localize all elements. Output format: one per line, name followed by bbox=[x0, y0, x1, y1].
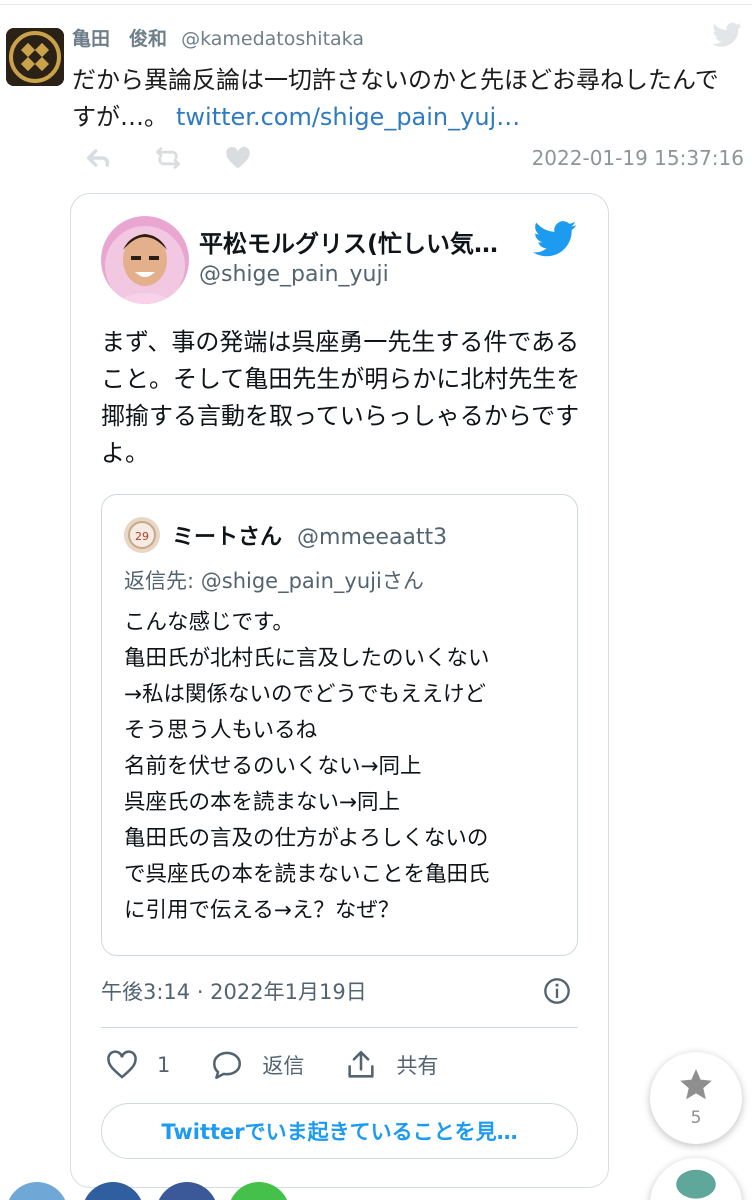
embedded-author-handle[interactable]: @shige_pain_yuji bbox=[199, 262, 389, 287]
quoted-author-handle[interactable]: @mmeeaatt3 bbox=[297, 525, 447, 550]
quoted-line: で呉座氏の本を読まないことを亀田氏 bbox=[124, 862, 490, 887]
star-icon bbox=[680, 1069, 712, 1100]
author-header: 亀田 俊和 @kamedatoshitaka bbox=[72, 24, 364, 51]
tweet-timestamp[interactable]: 2022-01-19 15:37:16 bbox=[532, 146, 744, 170]
comment-icon bbox=[676, 1169, 716, 1199]
tweet-actions bbox=[82, 142, 254, 174]
quoted-reply-to: 返信先: @shige_pain_yujiさん bbox=[124, 569, 424, 593]
retweet-button[interactable] bbox=[152, 142, 184, 174]
card-divider bbox=[101, 1027, 578, 1028]
quoted-line: こんな感じです。 bbox=[124, 610, 294, 635]
svg-text:29: 29 bbox=[135, 530, 149, 543]
tweet-text: だから異論反論は一切許さないのかと先ほどお尋ねしたんですが…。 twitter.c… bbox=[72, 62, 742, 136]
star-button[interactable]: 5 bbox=[650, 1052, 742, 1144]
twitter-bird-icon[interactable] bbox=[533, 220, 577, 258]
embedded-tweet-text: まず、事の発端は呉座勇一先生する件であること。そして亀田先生が明らかに北村先生を… bbox=[101, 328, 581, 467]
quoted-line: →私は関係ないのでどうでもええけど bbox=[124, 682, 487, 707]
embedded-tweet-card[interactable]: 平松モルグリス(忙しい気… @shige_pain_yuji まず、事の発端は呉… bbox=[70, 193, 609, 1188]
quoted-author-name[interactable]: ミートさん bbox=[172, 525, 282, 550]
like-button[interactable] bbox=[222, 142, 254, 174]
quoted-line: 名前を伏せるのいくない→同上 bbox=[124, 754, 422, 779]
reply-icon bbox=[86, 149, 110, 167]
author-name[interactable]: 亀田 俊和 bbox=[72, 28, 167, 50]
top-divider bbox=[0, 4, 752, 5]
share-twitter-button[interactable] bbox=[6, 1182, 68, 1200]
embedded-tweet-date[interactable]: 午後3:14 · 2022年1月19日 bbox=[101, 976, 367, 1006]
twitter-bird-icon[interactable] bbox=[712, 22, 742, 48]
reply-button[interactable] bbox=[82, 142, 114, 174]
quoted-line: 呉座氏の本を読まない→同上 bbox=[124, 790, 401, 815]
share-label[interactable]: 共有 bbox=[396, 1050, 438, 1080]
star-count: 5 bbox=[690, 1108, 702, 1128]
quoted-tweet-body: こんな感じです。 亀田氏が北村氏に言及したのいくない →私は関係ないのでどうでも… bbox=[124, 605, 564, 929]
author-avatar[interactable] bbox=[6, 28, 64, 86]
quoted-author-header: ミートさん @mmeeaatt3 bbox=[172, 519, 447, 551]
like-icon bbox=[226, 146, 250, 169]
quoted-line: そう思う人もいるね bbox=[124, 718, 318, 743]
reply-label[interactable]: 返信 bbox=[262, 1050, 304, 1080]
quoted-tweet[interactable]: 29 ミートさん @mmeeaatt3 返信先: @shige_pain_yuj… bbox=[101, 494, 578, 956]
share-icon[interactable] bbox=[344, 1048, 378, 1082]
embedded-author-avatar[interactable] bbox=[101, 216, 189, 304]
quoted-line: 亀田氏の言及の仕方がよろしくないの bbox=[124, 826, 489, 851]
see-whats-happening-button[interactable]: Twitterでいま起きていることを見… bbox=[101, 1103, 578, 1159]
quoted-author-avatar[interactable]: 29 bbox=[124, 517, 160, 553]
quoted-line: 亀田氏が北村氏に言及したのいくない bbox=[124, 646, 490, 671]
comment-button[interactable] bbox=[650, 1158, 742, 1200]
quoted-line: に引用で伝える→え？なぜ？ bbox=[124, 898, 400, 923]
heart-icon[interactable] bbox=[105, 1048, 139, 1082]
tweet-link[interactable]: twitter.com/shige_pain_yuj… bbox=[176, 103, 520, 131]
info-icon[interactable] bbox=[543, 977, 571, 1005]
embedded-tweet-actions: 1 返信 共有 bbox=[105, 1048, 478, 1082]
embedded-author-name[interactable]: 平松モルグリス(忙しい気… bbox=[199, 224, 498, 259]
retweet-icon bbox=[156, 147, 180, 169]
reply-bubble-icon[interactable] bbox=[210, 1048, 244, 1082]
author-handle[interactable]: @kamedatoshitaka bbox=[181, 28, 364, 50]
like-count: 1 bbox=[157, 1053, 171, 1077]
